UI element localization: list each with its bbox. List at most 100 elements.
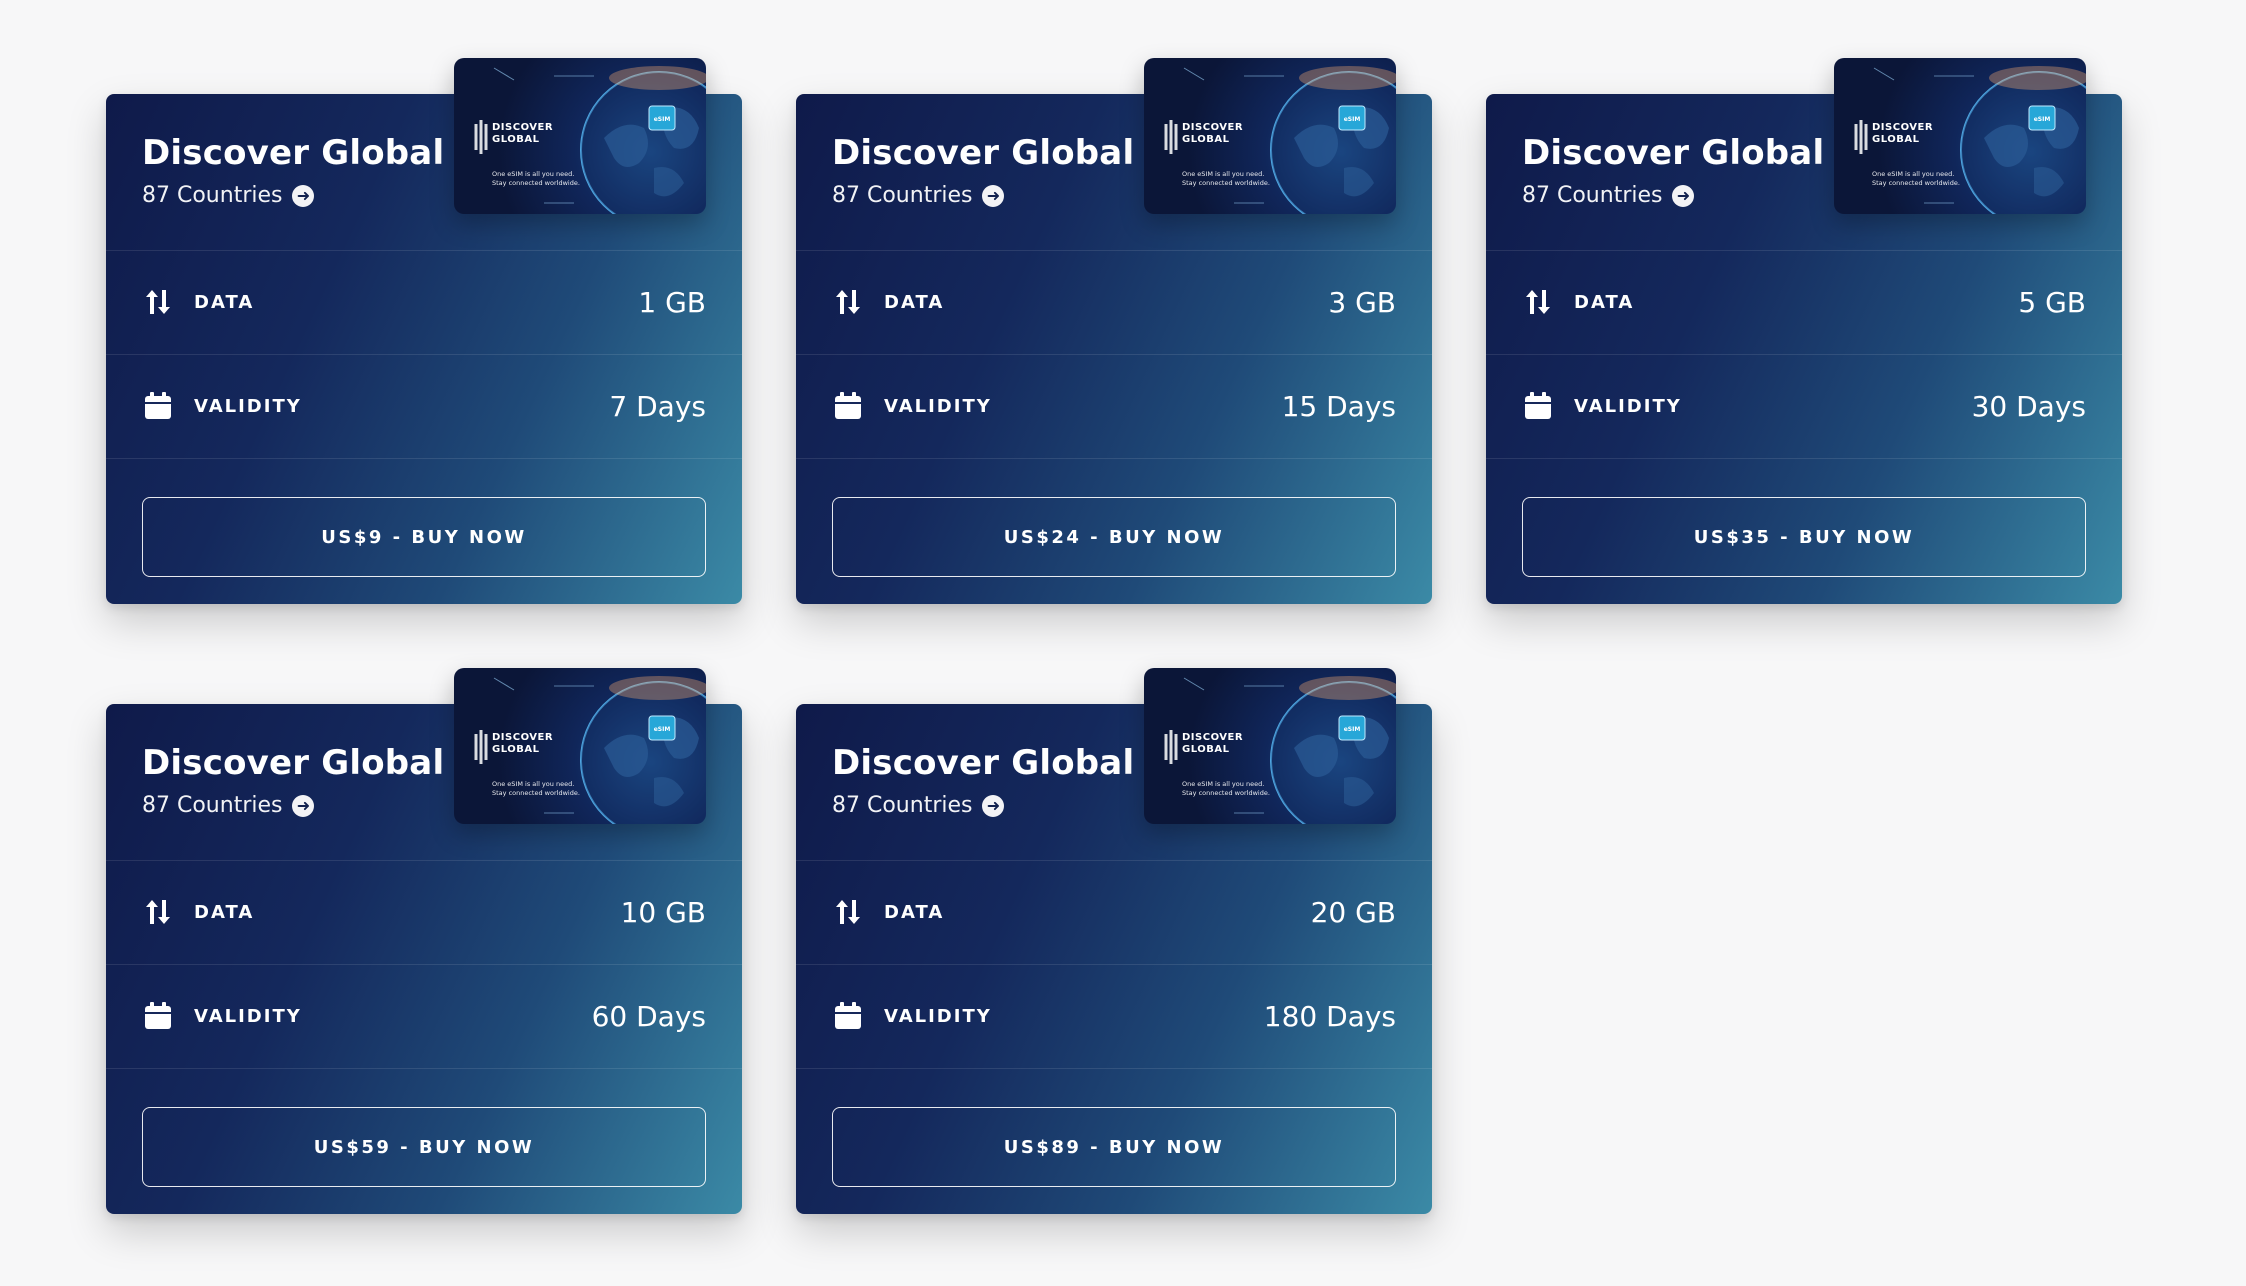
validity-label: VALIDITY [194,395,302,417]
esim-tagline: One eSIM is all you need. Stay connected… [1182,170,1270,187]
up-down-arrows-icon [1522,286,1554,318]
plan-title: Discover Global [142,133,445,173]
validity-row: VALIDITY 30 Days [1522,354,2086,458]
plan-header: Discover Global 87 Countries ➜ [142,743,445,818]
arrow-right-circle-icon[interactable]: ➜ [982,184,1005,207]
buy-now-button[interactable]: US$89 - BUY NOW [832,1107,1396,1187]
svg-text:eSIM: eSIM [1344,116,1361,123]
validity-label: VALIDITY [884,1005,992,1027]
validity-row: VALIDITY 7 Days [142,354,706,458]
validity-value: 60 Days [591,999,706,1033]
esim-brand: DISCOVER GLOBAL [492,122,554,145]
data-label: DATA [884,901,945,923]
countries-link[interactable]: 87 Countries ➜ [832,793,1134,818]
plan-title: Discover Global [142,743,445,783]
plan-header: Discover Global 87 Countries ➜ [1522,133,1825,208]
data-value: 10 GB [620,895,706,929]
plan-header: Discover Global 87 Countries ➜ [832,743,1135,818]
data-row: DATA 10 GB [142,860,706,964]
esim-brand: DISCOVER GLOBAL [1872,122,1934,145]
svg-text:eSIM: eSIM [2034,116,2051,123]
svg-text:eSIM: eSIM [654,116,671,123]
arrow-right-circle-icon[interactable]: ➜ [1672,184,1695,207]
buy-now-button[interactable]: US$24 - BUY NOW [832,497,1396,577]
data-label: DATA [194,291,255,313]
validity-row: VALIDITY 180 Days [832,964,1396,1068]
countries-label: 87 Countries [1522,183,1663,209]
validity-value: 15 Days [1281,389,1396,423]
countries-label: 87 Countries [832,793,973,819]
plan-title: Discover Global [832,743,1135,783]
data-value: 5 GB [2018,285,2086,319]
data-value: 20 GB [1310,895,1396,929]
up-down-arrows-icon [142,286,174,318]
esim-tagline: One eSIM is all you need. Stay connected… [1872,170,1960,187]
plans-grid: eSIM DISCOVER GLOBAL One eSIM is all you… [106,58,2126,1214]
countries-link[interactable]: 87 Countries ➜ [832,183,1134,208]
countries-link[interactable]: 87 Countries ➜ [142,183,444,208]
up-down-arrows-icon [142,896,174,928]
divider [106,458,742,459]
data-value: 3 GB [1328,285,1396,319]
arrow-right-circle-icon[interactable]: ➜ [292,794,315,817]
validity-label: VALIDITY [884,395,992,417]
plan-card: eSIM DISCOVER GLOBAL One eSIM is all you… [106,668,742,1214]
divider [796,458,1432,459]
data-row: DATA 20 GB [832,860,1396,964]
validity-value: 7 Days [609,389,706,423]
esim-brand: DISCOVER GLOBAL [492,732,554,755]
plan-header: Discover Global 87 Countries ➜ [142,133,445,208]
validity-row: VALIDITY 60 Days [142,964,706,1068]
validity-label: VALIDITY [194,1005,302,1027]
countries-link[interactable]: 87 Countries ➜ [1522,183,1824,208]
esim-tagline: One eSIM is all you need. Stay connected… [492,170,580,187]
esim-tagline: One eSIM is all you need. Stay connected… [1182,780,1270,797]
validity-row: VALIDITY 15 Days [832,354,1396,458]
buy-now-button[interactable]: US$9 - BUY NOW [142,497,706,577]
validity-value: 30 Days [1971,389,2086,423]
esim-brand: DISCOVER GLOBAL [1182,732,1244,755]
esim-brand: DISCOVER GLOBAL [1182,122,1244,145]
plan-card: eSIM DISCOVER GLOBAL One eSIM is all you… [1486,58,2122,604]
plan-title: Discover Global [1522,133,1825,173]
plan-header: Discover Global 87 Countries ➜ [832,133,1135,208]
svg-text:eSIM: eSIM [1344,726,1361,733]
validity-label: VALIDITY [1574,395,1682,417]
data-row: DATA 3 GB [832,250,1396,354]
calendar-icon [832,1000,864,1032]
countries-label: 87 Countries [142,793,283,819]
data-label: DATA [884,291,945,313]
up-down-arrows-icon [832,896,864,928]
data-label: DATA [1574,291,1635,313]
esim-card-image: eSIM DISCOVER GLOBAL One eSIM is all you… [1144,668,1396,824]
data-label: DATA [194,901,255,923]
esim-card-image: eSIM DISCOVER GLOBAL One eSIM is all you… [1834,58,2086,214]
calendar-icon [1522,390,1554,422]
esim-tagline: One eSIM is all you need. Stay connected… [492,780,580,797]
calendar-icon [142,1000,174,1032]
divider [796,1068,1432,1069]
data-value: 1 GB [638,285,706,319]
buy-now-button[interactable]: US$59 - BUY NOW [142,1107,706,1187]
esim-card-image: eSIM DISCOVER GLOBAL One eSIM is all you… [1144,58,1396,214]
divider [106,1068,742,1069]
countries-link[interactable]: 87 Countries ➜ [142,793,444,818]
arrow-right-circle-icon[interactable]: ➜ [982,794,1005,817]
data-row: DATA 1 GB [142,250,706,354]
calendar-icon [142,390,174,422]
svg-text:eSIM: eSIM [654,726,671,733]
divider [1486,458,2122,459]
plan-card: eSIM DISCOVER GLOBAL One eSIM is all you… [106,58,742,604]
validity-value: 180 Days [1263,999,1396,1033]
calendar-icon [832,390,864,422]
plan-card: eSIM DISCOVER GLOBAL One eSIM is all you… [796,668,1432,1214]
buy-now-button[interactable]: US$35 - BUY NOW [1522,497,2086,577]
arrow-right-circle-icon[interactable]: ➜ [292,184,315,207]
up-down-arrows-icon [832,286,864,318]
countries-label: 87 Countries [142,183,283,209]
esim-card-image: eSIM DISCOVER GLOBAL One eSIM is all you… [454,58,706,214]
plan-card: eSIM DISCOVER GLOBAL One eSIM is all you… [796,58,1432,604]
esim-card-image: eSIM DISCOVER GLOBAL One eSIM is all you… [454,668,706,824]
plan-title: Discover Global [832,133,1135,173]
data-row: DATA 5 GB [1522,250,2086,354]
